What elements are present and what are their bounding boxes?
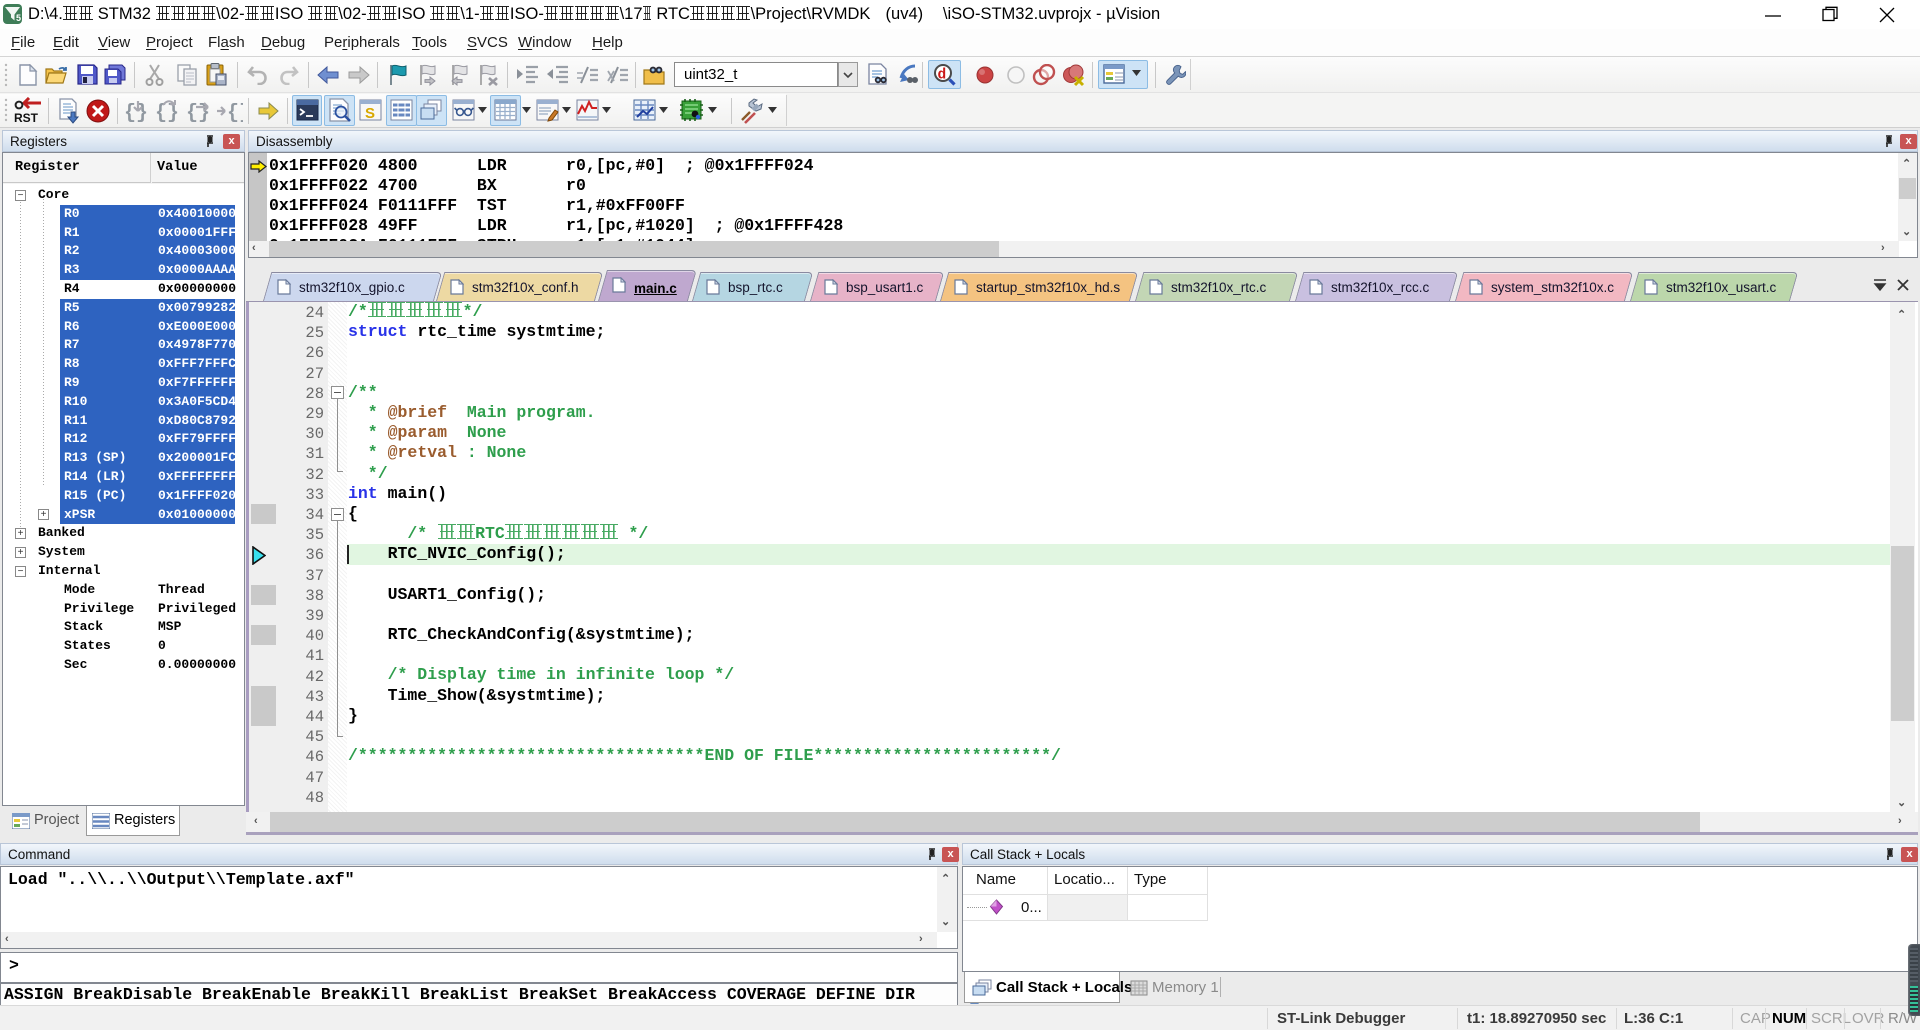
svg-text:{}: {}: [155, 102, 179, 123]
svg-text:{}: {}: [124, 102, 148, 123]
svg-text:S: S: [365, 105, 375, 122]
svg-text:5: 5: [16, 13, 21, 23]
svg-text:d: d: [938, 68, 947, 84]
svg-text:RST: RST: [14, 111, 39, 125]
svg-text:{}: {}: [227, 102, 243, 123]
